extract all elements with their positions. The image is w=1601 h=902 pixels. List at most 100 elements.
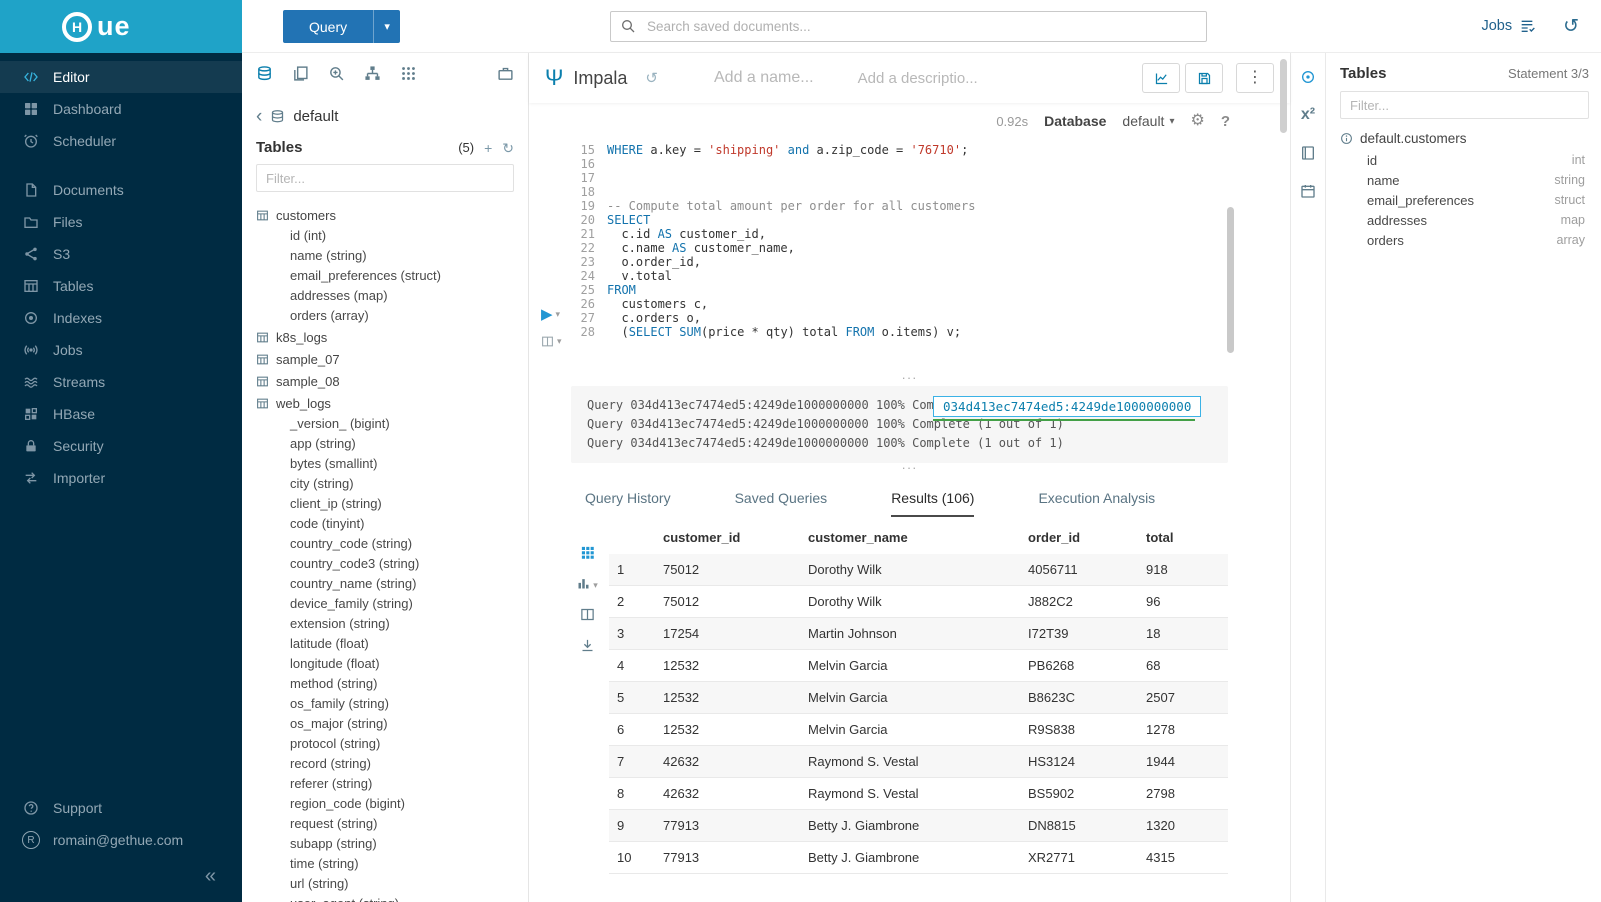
sidebar-item-files[interactable]: Files (0, 206, 242, 238)
breadcrumb-database-name[interactable]: default (293, 108, 338, 125)
table-row[interactable]: 317254Martin JohnsonI72T3918 (609, 618, 1228, 650)
table-item-web_logs[interactable]: web_logs (256, 392, 528, 414)
sidebar-item-s3[interactable]: S3 (0, 238, 242, 270)
query-description-field[interactable]: Add a descriptio... (858, 70, 978, 87)
history-icon[interactable]: ↺ (1563, 17, 1579, 36)
sidebar-item-scheduler[interactable]: Scheduler (0, 125, 242, 157)
right-assist-column-email_preferences[interactable]: email_preferencesstruct (1340, 190, 1589, 210)
sidebar-item-importer[interactable]: Importer (0, 462, 242, 494)
column-item[interactable]: city (string) (256, 474, 528, 494)
more-actions-button[interactable]: ⋮ (1236, 63, 1274, 93)
column-item[interactable]: referer (string) (256, 774, 528, 794)
table-row[interactable]: 742632Raymond S. VestalHS31241944 (609, 746, 1228, 778)
sidebar-item-streams[interactable]: Streams (0, 366, 242, 398)
breadcrumb-back-icon[interactable]: ‹ (256, 110, 262, 124)
editor-display-caret[interactable]: ▾ (557, 336, 562, 347)
editor-display-icon[interactable] (541, 335, 554, 348)
column-item[interactable]: record (string) (256, 754, 528, 774)
column-item[interactable]: name (string) (256, 246, 528, 266)
column-item[interactable]: latitude (float) (256, 634, 528, 654)
column-item[interactable]: os_family (string) (256, 694, 528, 714)
column-item[interactable]: addresses (map) (256, 286, 528, 306)
tables-filter-input[interactable] (256, 164, 514, 192)
column-item[interactable]: country_name (string) (256, 574, 528, 594)
column-item[interactable]: protocol (string) (256, 734, 528, 754)
schedule-icon[interactable] (1300, 183, 1316, 199)
zoom-tab-icon[interactable] (328, 65, 345, 82)
columns-view-icon[interactable] (580, 607, 595, 622)
help-icon[interactable]: ? (1221, 113, 1230, 130)
right-assist-filter-input[interactable] (1340, 91, 1589, 119)
tab-execution-analysis[interactable]: Execution Analysis (1038, 490, 1155, 517)
sql-editor[interactable]: 1516171819202122232425262728 WHERE a.key… (571, 143, 1228, 373)
settings-gear-icon[interactable]: ⚙ (1190, 113, 1204, 129)
chart-button[interactable] (1142, 63, 1180, 93)
query-history-icon[interactable]: ↺ (645, 71, 658, 86)
column-item[interactable]: os_major (string) (256, 714, 528, 734)
sidebar-item-editor[interactable]: Editor (0, 61, 242, 93)
query-button[interactable]: Query ▾ (283, 10, 400, 43)
table-row[interactable]: 512532Melvin GarciaB8623C2507 (609, 682, 1228, 714)
column-item[interactable]: app (string) (256, 434, 528, 454)
active-table-row[interactable]: default.customers (1340, 131, 1589, 146)
collapse-sidebar-icon[interactable]: « (205, 866, 216, 886)
column-item[interactable]: subapp (string) (256, 834, 528, 854)
database-select[interactable]: default ▾ (1122, 113, 1174, 129)
jobs-link[interactable]: Jobs (1481, 18, 1535, 34)
tab-results-106-[interactable]: Results (106) (891, 490, 974, 517)
column-item[interactable]: time (string) (256, 854, 528, 874)
chart-view-caret[interactable]: ▾ (593, 580, 598, 591)
storage-tab-icon[interactable] (497, 65, 514, 82)
query-name-field[interactable]: Add a name... (714, 69, 814, 87)
right-assist-column-addresses[interactable]: addressesmap (1340, 210, 1589, 230)
table-item-customers[interactable]: customers (256, 204, 528, 226)
documents-tab-icon[interactable] (292, 65, 309, 82)
table-item-sample_08[interactable]: sample_08 (256, 370, 528, 392)
logs-resize-handle[interactable]: ··· (529, 463, 1290, 476)
databases-tab-icon[interactable] (256, 65, 273, 82)
functions-icon[interactable]: x² (1301, 107, 1315, 123)
table-row[interactable]: 842632Raymond S. VestalBS59022798 (609, 778, 1228, 810)
sidebar-item-tables[interactable]: Tables (0, 270, 242, 302)
column-item[interactable]: extension (string) (256, 614, 528, 634)
sidebar-item-documents[interactable]: Documents (0, 174, 242, 206)
column-item[interactable]: email_preferences (struct) (256, 266, 528, 286)
tab-saved-queries[interactable]: Saved Queries (735, 490, 828, 517)
table-item-sample_07[interactable]: sample_07 (256, 348, 528, 370)
sidebar-item-dashboard[interactable]: Dashboard (0, 93, 242, 125)
apps-tab-icon[interactable] (400, 65, 417, 82)
column-item[interactable]: request (string) (256, 814, 528, 834)
table-item-k8s_logs[interactable]: k8s_logs (256, 326, 528, 348)
column-item[interactable]: bytes (smallint) (256, 454, 528, 474)
column-item[interactable]: _version_ (bigint) (256, 414, 528, 434)
table-row[interactable]: 612532Melvin GarciaR9S8381278 (609, 714, 1228, 746)
table-row[interactable]: 977913Betty J. GiambroneDN88151320 (609, 810, 1228, 842)
sidebar-item-indexes[interactable]: Indexes (0, 302, 242, 334)
query-button-caret[interactable]: ▾ (373, 10, 400, 43)
table-row[interactable]: 412532Melvin GarciaPB626868 (609, 650, 1228, 682)
language-reference-icon[interactable] (1300, 145, 1316, 161)
chart-view-icon[interactable] (576, 576, 591, 591)
column-item[interactable]: device_family (string) (256, 594, 528, 614)
tab-query-history[interactable]: Query History (585, 490, 671, 517)
column-item[interactable]: orders (array) (256, 306, 528, 326)
right-assist-column-id[interactable]: idint (1340, 150, 1589, 170)
download-icon[interactable] (580, 638, 595, 653)
table-row[interactable]: 275012Dorothy WilkJ882C296 (609, 586, 1228, 618)
column-item[interactable]: country_code (string) (256, 534, 528, 554)
column-item[interactable]: user_agent (string) (256, 894, 528, 902)
hierarchy-tab-icon[interactable] (364, 65, 381, 82)
main-scrollbar[interactable] (1280, 59, 1287, 133)
column-item[interactable]: url (string) (256, 874, 528, 894)
execute-button[interactable]: ▶ (541, 305, 553, 323)
column-item[interactable]: region_code (bigint) (256, 794, 528, 814)
right-assist-column-orders[interactable]: ordersarray (1340, 230, 1589, 250)
column-item[interactable]: method (string) (256, 674, 528, 694)
column-item[interactable]: code (tinyint) (256, 514, 528, 534)
hue-logo[interactable]: H ue (0, 0, 242, 53)
execute-options-caret[interactable]: ▾ (556, 309, 561, 320)
table-row[interactable]: 175012Dorothy Wilk4056711918 (609, 554, 1228, 586)
sidebar-item-jobs[interactable]: Jobs (0, 334, 242, 366)
column-item[interactable]: country_code3 (string) (256, 554, 528, 574)
sidebar-item-user[interactable]: R romain@gethue.com (0, 824, 242, 856)
